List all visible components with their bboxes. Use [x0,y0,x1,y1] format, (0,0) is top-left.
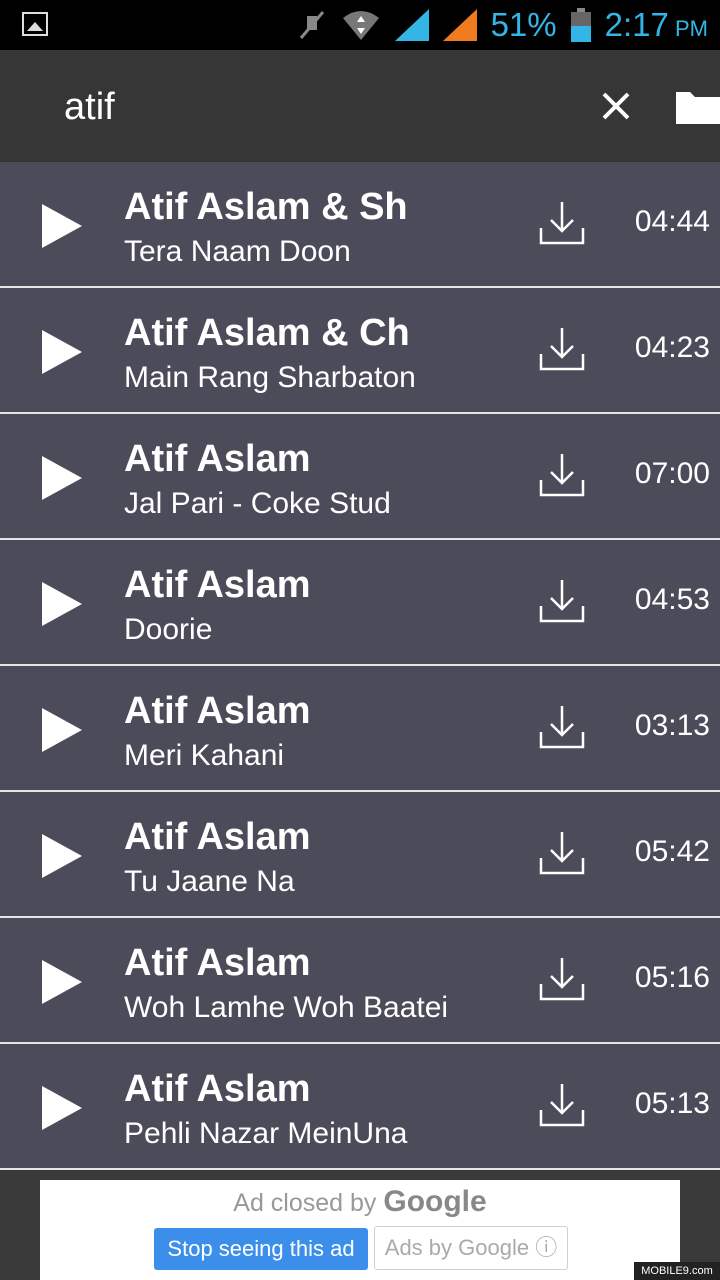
play-icon[interactable] [40,202,84,250]
download-icon[interactable] [538,578,586,624]
song-title: Jal Pari - Coke Stud [124,487,391,520]
battery-icon [570,8,591,42]
stop-seeing-ad-button[interactable]: Stop seeing this ad [154,1228,368,1270]
list-item[interactable]: Atif Aslam Jal Pari - Coke Stud 07:00 [0,414,720,540]
song-title: Woh Lamhe Woh Baatei [124,991,449,1024]
song-title: Meri Kahani [124,739,285,772]
download-icon[interactable] [538,956,586,1002]
ads-by-google-label: Ads by Google [384,1235,530,1260]
list-item[interactable]: Atif Aslam & Sh Tera Naam Doon 04:44 [0,162,720,288]
play-icon[interactable] [40,454,84,502]
wifi-icon [342,11,379,40]
status-right: 51% 2:17 PM [297,0,708,50]
play-icon[interactable] [40,958,84,1006]
battery-percent: 51% [490,6,557,43]
clock-ampm: PM [675,16,708,41]
song-artist: Atif Aslam & Sh [124,186,408,228]
search-toolbar [0,50,720,162]
song-duration: 07:00 [634,457,710,490]
watermark: MOBILE9.com [634,1262,720,1280]
list-item[interactable]: Atif Aslam Meri Kahani 03:13 [0,666,720,792]
status-bar: 51% 2:17 PM [0,0,720,50]
search-input[interactable] [64,80,544,134]
song-duration: 05:16 [634,961,710,994]
google-logo: Google [383,1185,487,1218]
song-artist: Atif Aslam & Ch [124,312,410,354]
song-artist: Atif Aslam [124,1068,311,1110]
list-item[interactable]: Atif Aslam Doorie 04:53 [0,540,720,666]
download-icon[interactable] [538,452,586,498]
song-duration: 05:42 [634,835,710,868]
ad-closed-text: Ad closed by Google [40,1186,680,1219]
signal-icon [442,9,477,41]
download-icon[interactable] [538,1082,586,1128]
folder-icon[interactable] [674,86,720,126]
song-duration: 04:53 [634,583,710,616]
download-icon[interactable] [538,830,586,876]
signal-icon [394,9,429,41]
ads-by-google-button[interactable]: Ads by Google ⓘ [374,1226,568,1270]
song-artist: Atif Aslam [124,816,311,858]
song-artist: Atif Aslam [124,438,311,480]
ad-closed-prefix: Ad closed by [233,1189,377,1217]
clock: 2:17 PM [605,6,708,44]
song-title: Tera Naam Doon [124,235,351,268]
list-item[interactable]: Atif Aslam & Ch Main Rang Sharbaton 04:2… [0,288,720,414]
song-artist: Atif Aslam [124,564,311,606]
song-duration: 03:13 [634,709,710,742]
play-icon[interactable] [40,832,84,880]
ad-banner: Ad closed by Google Stop seeing this ad … [40,1180,680,1280]
close-icon[interactable] [596,86,636,126]
download-icon[interactable] [538,200,586,246]
play-icon[interactable] [40,580,84,628]
mute-icon [299,11,324,39]
list-item[interactable]: Atif Aslam Woh Lamhe Woh Baatei 05:16 [0,918,720,1044]
song-list: Atif Aslam & Sh Tera Naam Doon 04:44 Ati… [0,162,720,1170]
play-icon[interactable] [40,706,84,754]
song-title: Doorie [124,613,213,646]
song-artist: Atif Aslam [124,690,311,732]
play-icon[interactable] [40,328,84,376]
song-title: Tu Jaane Na [124,865,295,898]
song-title: Main Rang Sharbaton [124,361,416,394]
song-duration: 04:44 [634,205,710,238]
song-duration: 04:23 [634,331,710,364]
download-icon[interactable] [538,326,586,372]
song-title: Pehli Nazar MeinUna [124,1117,408,1150]
list-item[interactable]: Atif Aslam Tu Jaane Na 05:42 [0,792,720,918]
play-icon[interactable] [40,1084,84,1132]
song-duration: 05:13 [634,1087,710,1120]
image-notification-icon [22,12,48,36]
list-item[interactable]: Atif Aslam Pehli Nazar MeinUna 05:13 [0,1044,720,1170]
download-icon[interactable] [538,704,586,750]
song-artist: Atif Aslam [124,942,311,984]
clock-time: 2:17 [604,6,669,43]
info-icon: ⓘ [535,1235,558,1260]
